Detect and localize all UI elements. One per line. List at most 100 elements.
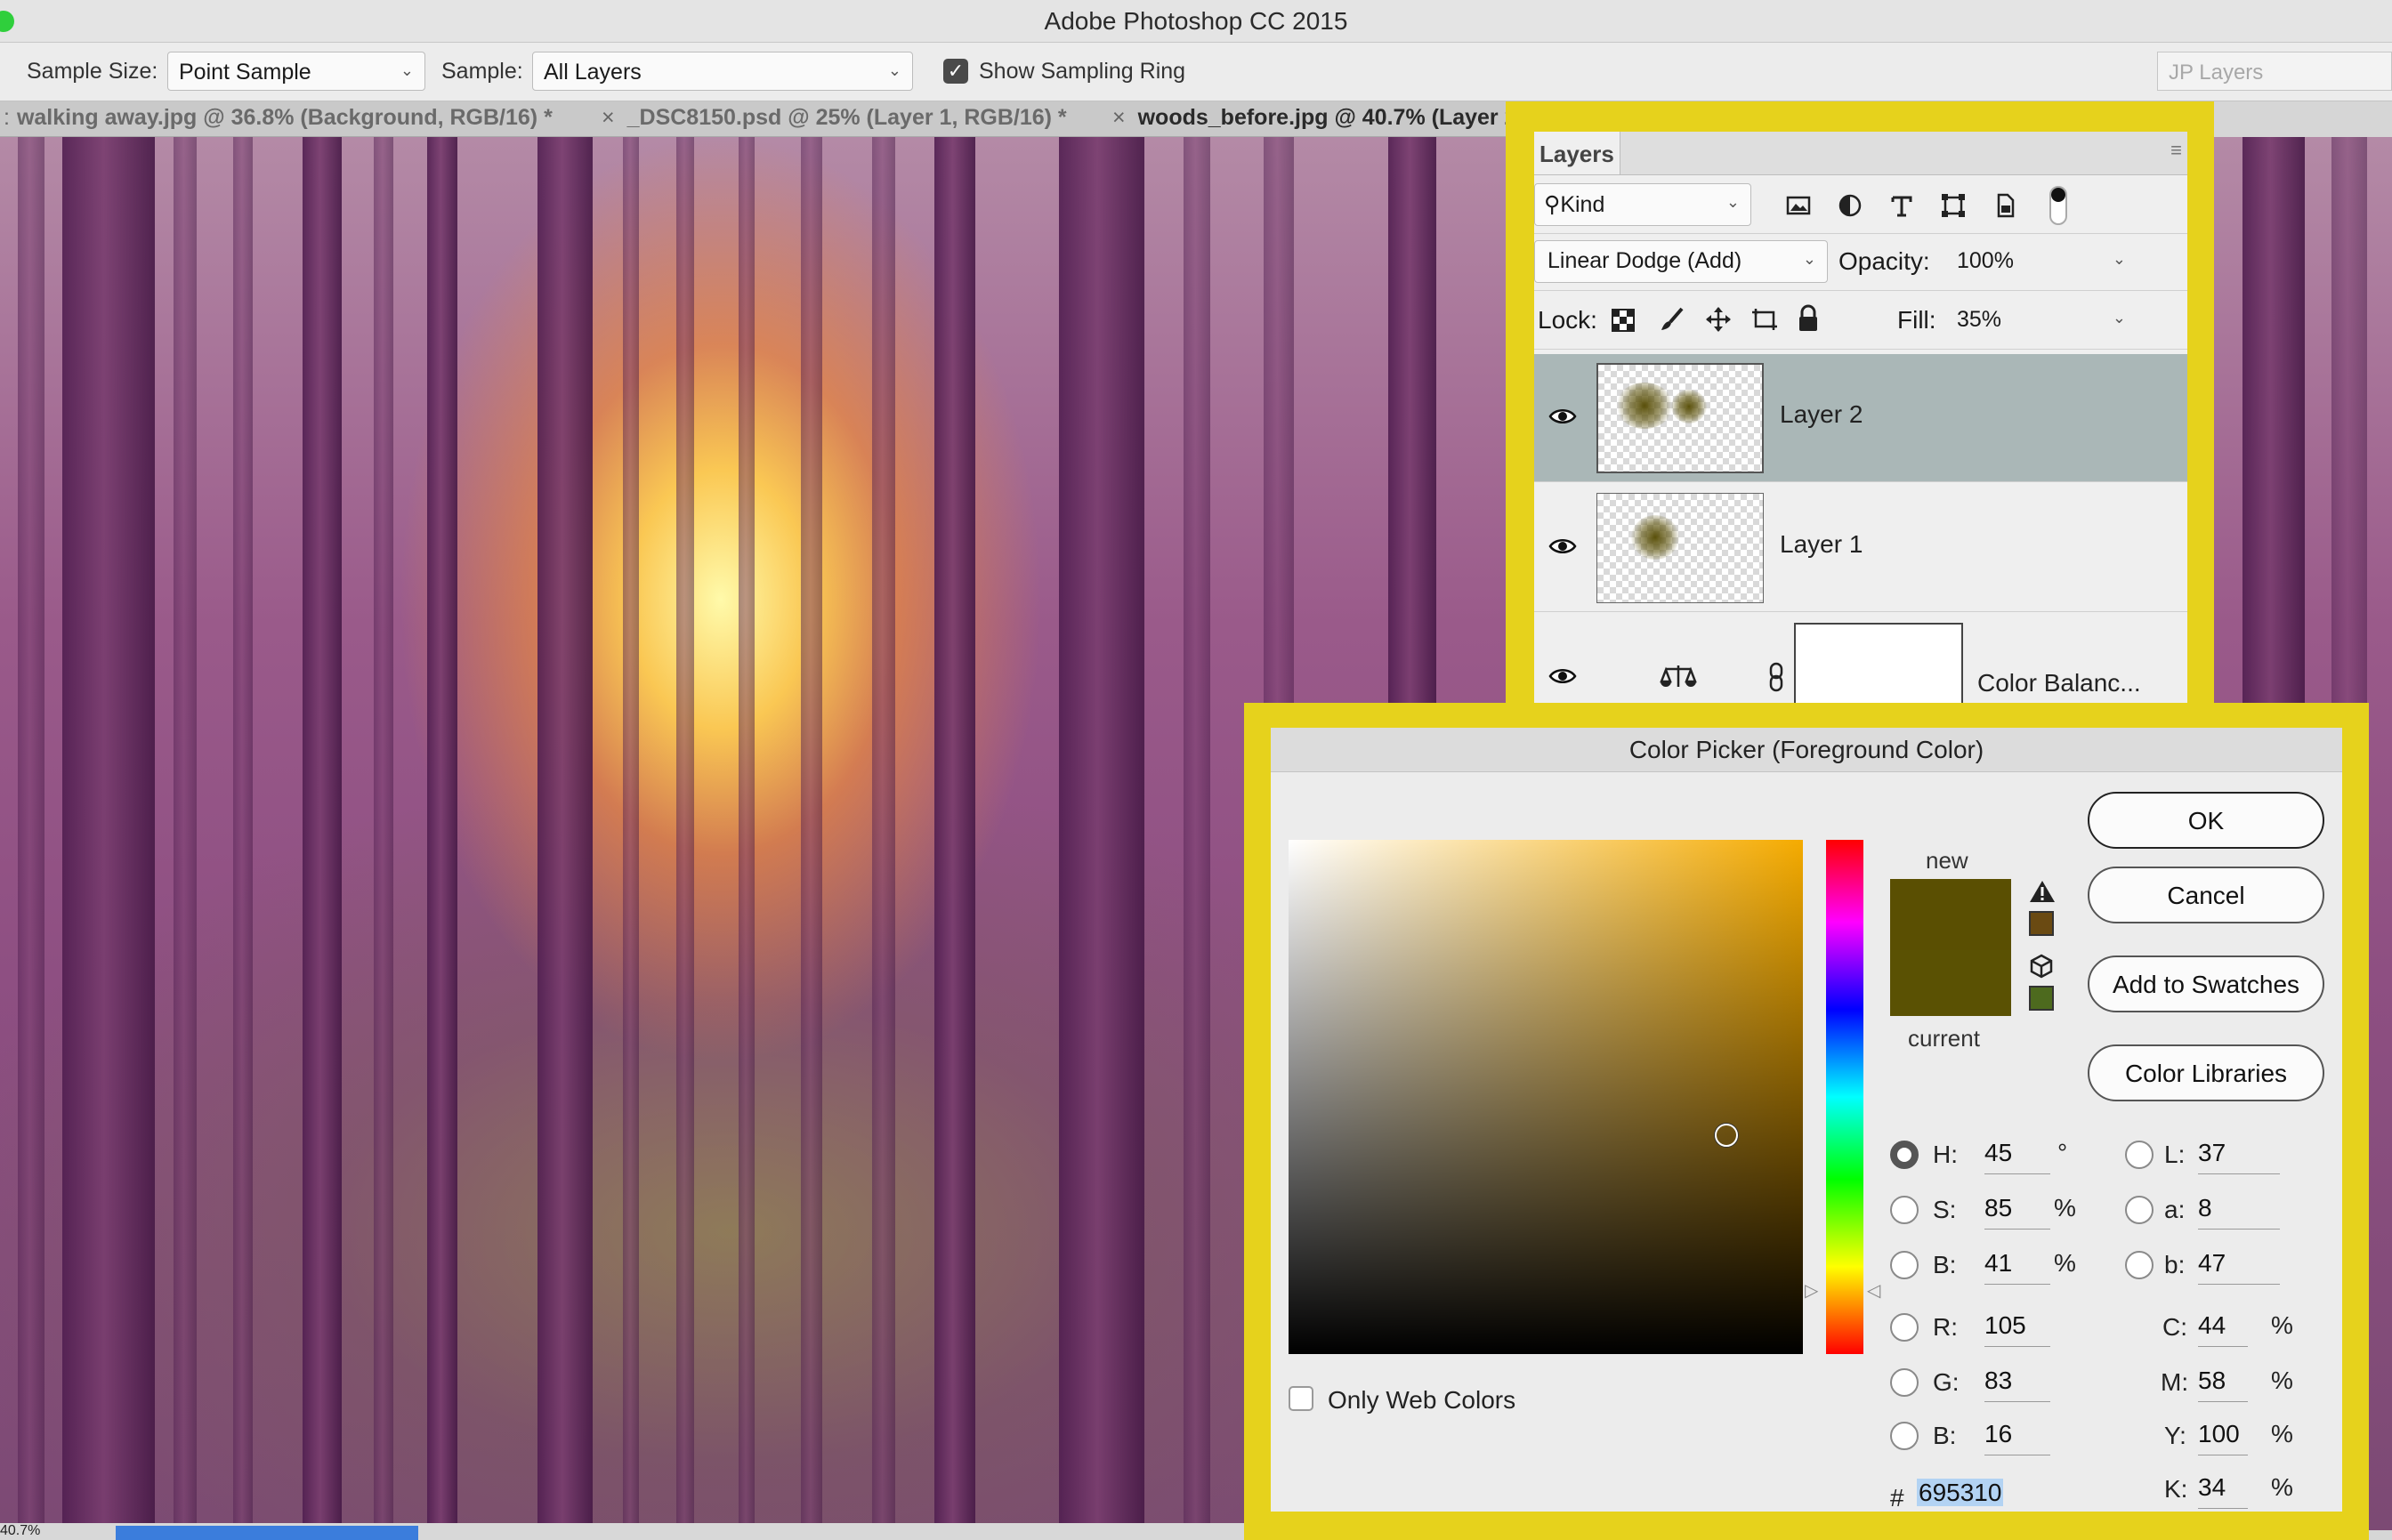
layer-name[interactable]: Layer 2	[1780, 400, 1863, 429]
blue-field[interactable]: 16	[1984, 1420, 2050, 1455]
only-web-colors-checkbox[interactable]	[1289, 1386, 1313, 1411]
blue-radio[interactable]	[1890, 1422, 1919, 1450]
lock-label: Lock:	[1538, 306, 1597, 334]
lock-position-icon[interactable]	[1705, 306, 1732, 333]
tree-trunk	[374, 137, 393, 1530]
percent-unit: %	[2054, 1194, 2076, 1222]
close-icon[interactable]: ×	[602, 105, 615, 130]
workspace-switcher[interactable]: JP Layers	[2157, 52, 2392, 91]
pixel-layer-filter-icon[interactable]	[1785, 192, 1812, 219]
green-radio[interactable]	[1890, 1368, 1919, 1397]
show-sampling-ring-label: Show Sampling Ring	[979, 59, 1186, 84]
opacity-field[interactable]: 100% ⌄	[1947, 240, 2137, 283]
lock-transparent-pixels-icon[interactable]	[1611, 308, 1636, 333]
window-title: Adobe Photoshop CC 2015	[1044, 7, 1348, 35]
link-icon[interactable]	[1767, 662, 1785, 692]
magenta-field[interactable]: 58	[2198, 1367, 2248, 1402]
layer-thumbnail[interactable]	[1596, 493, 1764, 603]
lab-a-field[interactable]: 8	[2198, 1194, 2280, 1230]
hex-field[interactable]: 695310	[1917, 1479, 2015, 1512]
zoom-readout[interactable]: 40.7%	[0, 1523, 40, 1539]
web-safe-warning-icon[interactable]	[2029, 954, 2054, 979]
shape-layer-filter-icon[interactable]	[1940, 192, 1967, 219]
hue-slider-left-arrow[interactable]: ▷	[1805, 1279, 1818, 1302]
lab-b-radio[interactable]	[2125, 1251, 2154, 1279]
lab-b-field[interactable]: 47	[2198, 1249, 2280, 1285]
panel-tab-row: Layers ≡	[1534, 132, 2187, 175]
lock-image-pixels-icon[interactable]	[1659, 306, 1685, 333]
current-color-swatch[interactable]	[1890, 950, 2011, 1016]
add-to-swatches-button[interactable]: Add to Swatches	[2088, 955, 2324, 1012]
fill-value: 35%	[1957, 307, 2002, 332]
red-radio[interactable]	[1890, 1313, 1919, 1342]
lab-a-radio[interactable]	[2125, 1196, 2154, 1224]
new-color-swatch	[1890, 879, 2011, 950]
tab-walking-away[interactable]: : walking away.jpg @ 36.8% (Background, R…	[4, 105, 553, 131]
filter-toggle-switch[interactable]	[2045, 183, 2072, 228]
ok-button[interactable]: OK	[2088, 792, 2324, 849]
layer-row-layer-2[interactable]: Layer 2	[1534, 354, 2187, 482]
hue-radio[interactable]	[1890, 1141, 1919, 1169]
sample-size-select[interactable]: Point Sample ⌄	[167, 52, 425, 91]
eye-icon[interactable]	[1548, 665, 1577, 687]
tree-trunk	[233, 137, 253, 1530]
tree-trunk	[303, 137, 342, 1530]
lab-l-radio[interactable]	[2125, 1141, 2154, 1169]
tree-trunk	[537, 137, 593, 1530]
out-of-gamut-warning-icon[interactable]	[2029, 879, 2056, 904]
black-field[interactable]: 34	[2198, 1473, 2248, 1509]
eye-icon[interactable]	[1548, 536, 1577, 557]
hue-slider[interactable]	[1826, 840, 1863, 1354]
gamut-correction-swatch[interactable]	[2029, 911, 2054, 936]
layer-row-color-balance[interactable]: Color Balanc...	[1534, 614, 2187, 706]
cyan-field[interactable]: 44	[2198, 1311, 2248, 1347]
tree-trunk	[801, 137, 822, 1530]
saturation-brightness-field[interactable]	[1289, 840, 1803, 1354]
layers-panel: Layers ≡ ⚲Kind ⌄ Linear Dodge (Add) ⌄ Op…	[1534, 132, 2187, 706]
tab-label: woods_before.jpg @ 40.7% (Layer 2, RGB/1…	[1137, 105, 1513, 130]
blend-mode-select[interactable]: Linear Dodge (Add) ⌄	[1534, 240, 1828, 283]
show-sampling-ring-checkbox[interactable]: ✓	[943, 59, 968, 84]
red-field[interactable]: 105	[1984, 1311, 2050, 1347]
layers-tab[interactable]: Layers	[1534, 132, 1620, 174]
brightness-field[interactable]: 41	[1984, 1249, 2050, 1285]
close-icon[interactable]: :	[4, 105, 10, 130]
cancel-button[interactable]: Cancel	[2088, 867, 2324, 923]
web-safe-swatch[interactable]	[2029, 986, 2054, 1011]
lab-l-field[interactable]: 37	[2198, 1139, 2280, 1174]
type-layer-filter-icon[interactable]	[1888, 192, 1915, 219]
lock-artboard-icon[interactable]	[1750, 306, 1780, 333]
adjustment-layer-filter-icon[interactable]	[1837, 192, 1863, 219]
layer-row-layer-1[interactable]: Layer 1	[1534, 484, 2187, 612]
layer-thumbnail[interactable]	[1596, 363, 1764, 473]
blue-label: B:	[1933, 1422, 1957, 1449]
panel-menu-icon[interactable]: ≡	[2170, 139, 2182, 162]
filter-kind-select[interactable]: ⚲Kind ⌄	[1534, 183, 1751, 226]
saturation-field[interactable]: 85	[1984, 1194, 2050, 1230]
layer-name[interactable]: Color Balanc...	[1977, 669, 2141, 697]
smart-object-filter-icon[interactable]	[1992, 192, 2018, 219]
color-libraries-button[interactable]: Color Libraries	[2088, 1044, 2324, 1101]
saturation-radio[interactable]	[1890, 1196, 1919, 1224]
hue-slider-right-arrow[interactable]: ◁	[1867, 1279, 1880, 1302]
layer-name[interactable]: Layer 1	[1780, 530, 1863, 559]
color-sample-cursor[interactable]	[1715, 1124, 1738, 1147]
sample-select[interactable]: All Layers ⌄	[532, 52, 913, 91]
eye-icon[interactable]	[1548, 406, 1577, 427]
brightness-label: B:	[1933, 1251, 1957, 1278]
tab-dsc8150[interactable]: × _DSC8150.psd @ 25% (Layer 1, RGB/16) *	[602, 105, 1067, 131]
tab-woods-before[interactable]: × woods_before.jpg @ 40.7% (Layer 2, RGB/…	[1112, 105, 1513, 131]
brightness-radio[interactable]	[1890, 1251, 1919, 1279]
fill-label: Fill:	[1897, 306, 1936, 334]
lock-all-icon[interactable]	[1796, 304, 1821, 333]
layer-mask-thumbnail[interactable]	[1794, 623, 1963, 706]
yellow-field[interactable]: 100	[2198, 1420, 2248, 1455]
fill-field[interactable]: 35% ⌄	[1947, 299, 2137, 342]
green-field[interactable]: 83	[1984, 1367, 2050, 1402]
black-label: K:	[2164, 1475, 2188, 1503]
tree-trunk	[934, 137, 975, 1530]
tab-label: _DSC8150.psd @ 25% (Layer 1, RGB/16) *	[626, 105, 1067, 130]
hue-field[interactable]: 45	[1984, 1139, 2050, 1174]
close-icon[interactable]: ×	[1112, 105, 1126, 130]
search-icon: ⚲	[1544, 192, 1561, 217]
